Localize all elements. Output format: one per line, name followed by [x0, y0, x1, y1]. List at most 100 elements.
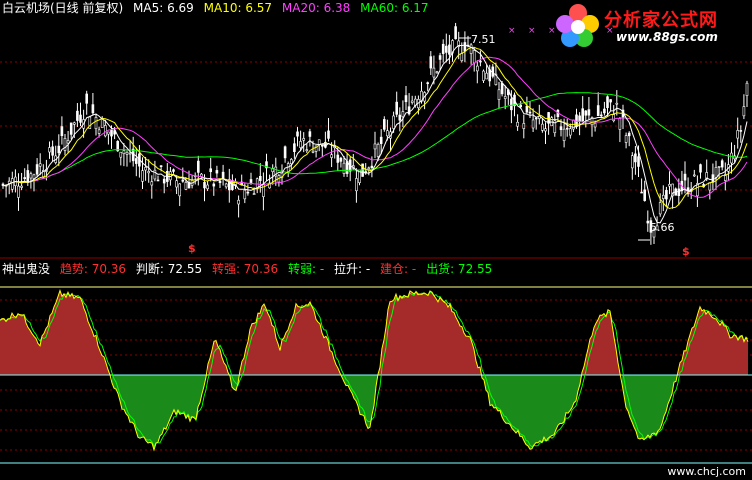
candle-body [203, 182, 206, 189]
candle-body [392, 115, 395, 129]
candle-body [510, 98, 513, 111]
candle-body [162, 178, 166, 184]
candle-body [305, 149, 309, 151]
candle-body [516, 121, 519, 127]
candle-body [482, 70, 485, 81]
candle-body [454, 26, 457, 40]
candle-body [373, 143, 377, 150]
candle-body [444, 45, 448, 53]
candle-body [73, 122, 76, 125]
indicator-panel-header: 神出鬼没 趋势: 70.36 判断: 72.55 转强: 70.36 转弱: -… [2, 262, 498, 276]
candle-body [79, 114, 82, 123]
judge-value: 判断: 72.55 [135, 262, 203, 276]
candle-body [197, 160, 200, 173]
candle-body [342, 162, 346, 174]
candle-body [107, 131, 110, 135]
candle-body [308, 131, 312, 137]
candle-body [661, 194, 665, 199]
candle-body [175, 180, 178, 188]
candle-body [624, 135, 628, 143]
candle-body [432, 67, 436, 78]
candle-body [404, 95, 408, 103]
candle-body [730, 152, 733, 164]
candle-body [429, 56, 433, 69]
candle-body [156, 179, 160, 182]
candle-body [283, 146, 287, 159]
candle-body [525, 105, 529, 113]
candle-body [627, 132, 631, 137]
candle-body [299, 141, 302, 149]
candle-body [500, 82, 504, 95]
candle-body [630, 155, 634, 169]
candle-body [382, 119, 386, 130]
candle-body [262, 183, 265, 197]
candle-body [637, 156, 640, 167]
signal-marker: $ [188, 242, 196, 255]
ma5-label: MA5: 6.69 [133, 1, 194, 15]
candle-body [578, 115, 581, 122]
candle-body [692, 174, 696, 177]
candle-body [63, 138, 67, 151]
candle-body [448, 44, 451, 55]
low-price-label: 5.66 [650, 221, 675, 234]
candle-body [153, 169, 157, 180]
candle-body [296, 131, 299, 137]
candle-body [534, 117, 538, 120]
candle-body [401, 111, 405, 118]
candle-body [522, 123, 526, 129]
candle-body [48, 147, 51, 153]
candle-body [379, 136, 383, 144]
candle-body [606, 96, 609, 109]
candle-body [320, 144, 324, 147]
candle-body [634, 153, 637, 163]
flower-logo-icon [556, 4, 599, 47]
candle-body [330, 154, 333, 158]
candle-body [441, 43, 445, 54]
candle-body [742, 106, 746, 117]
candle-body [110, 129, 113, 137]
turn-strong-value: 转强: 70.36 [211, 262, 279, 276]
candle-body [178, 183, 181, 197]
candle-body [147, 171, 150, 174]
candle-body [472, 50, 476, 64]
ma20-label: MA20: 6.38 [281, 1, 351, 15]
candle-body [568, 128, 572, 136]
candle-body [699, 164, 702, 173]
candle-body [720, 160, 724, 168]
candle-body [615, 102, 619, 105]
candle-body [35, 164, 39, 175]
candle-body [587, 109, 591, 116]
candle-body [463, 42, 467, 52]
candle-body [485, 72, 488, 80]
candle-body [355, 178, 358, 192]
candle-body [218, 180, 222, 183]
candle-body [258, 176, 262, 181]
candle-body [91, 104, 95, 114]
candle-body [398, 114, 402, 121]
candle-body [596, 105, 600, 117]
candle-body [426, 82, 430, 84]
chart-canvas[interactable]: ××××× [0, 0, 752, 480]
candle-body [184, 182, 188, 190]
candle-body [336, 154, 340, 163]
candle-body [643, 189, 647, 201]
candle-body [51, 146, 54, 156]
high-price-label: 7.51 [471, 33, 496, 46]
candle-body [717, 166, 721, 168]
candle-body [565, 127, 569, 130]
candle-body [562, 128, 566, 141]
candle-body [181, 179, 185, 182]
candle-body [215, 170, 219, 174]
lift-value: 拉升: - [334, 262, 371, 276]
candle-body [252, 193, 256, 195]
candle-body [395, 101, 399, 115]
candle-body [57, 145, 61, 154]
indicator-name: 神出鬼没 [2, 262, 51, 276]
candle-body [367, 167, 371, 170]
candle-body [209, 168, 212, 173]
cross-marker: × [528, 26, 536, 36]
candle-body [29, 173, 33, 179]
candle-body [144, 166, 147, 171]
candle-body [97, 129, 101, 134]
stock-chart-window: ××××× 白云机场(日线 前复权) MA5: 6.69 MA10: 6.57 … [0, 0, 752, 480]
